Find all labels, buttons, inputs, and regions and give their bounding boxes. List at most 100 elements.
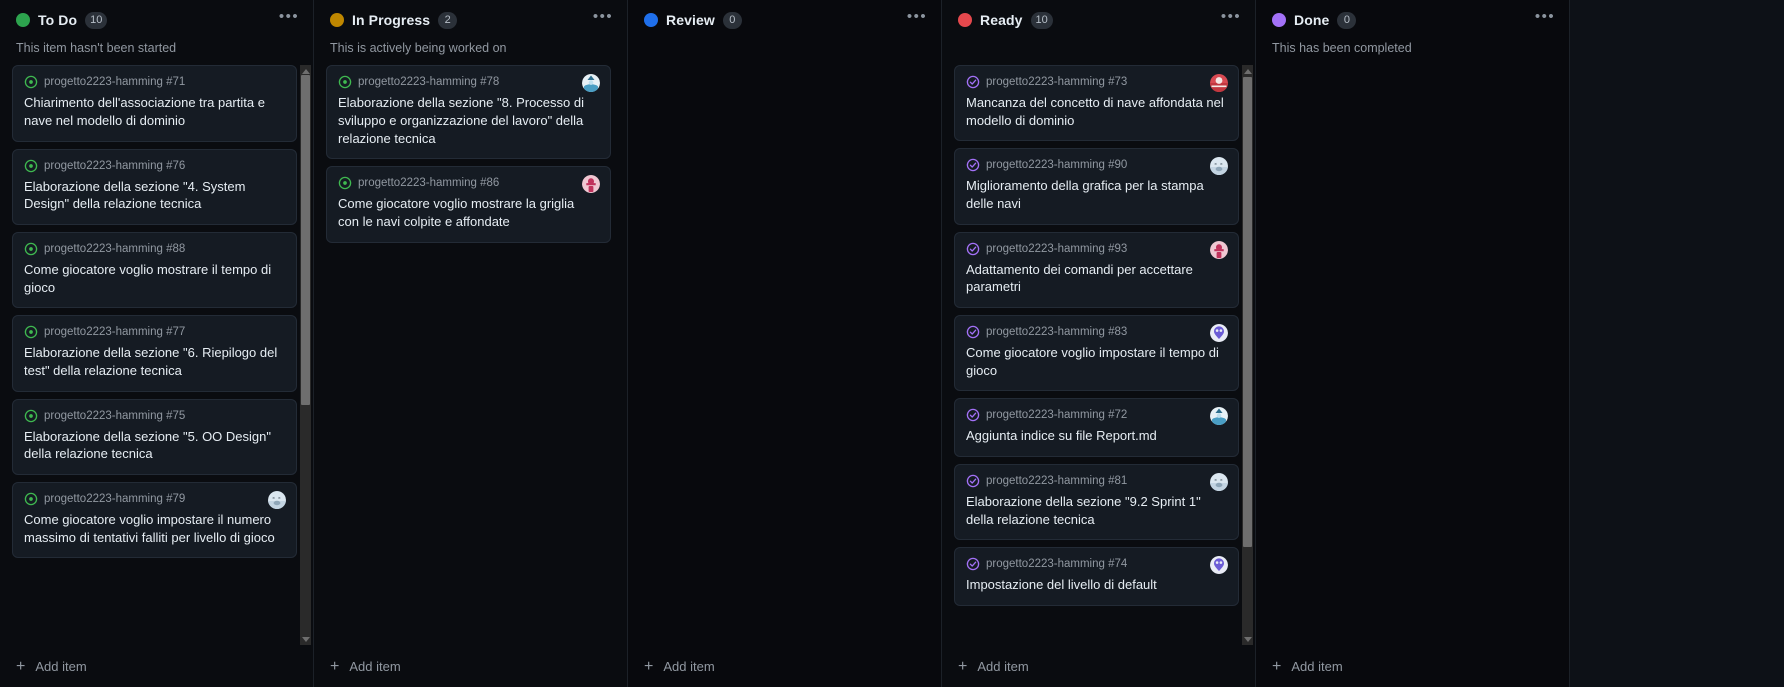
issue-closed-completed-icon [966, 159, 980, 172]
issue-open-icon [24, 242, 38, 256]
add-item-button-in-progress[interactable]: + Add item [314, 645, 627, 687]
column-menu-icon[interactable]: ••• [1533, 5, 1557, 29]
card-meta: progetto2223-hamming #77 [24, 325, 285, 339]
card-meta: progetto2223-hamming #90 [966, 158, 1227, 172]
cards-scroll-area-ready[interactable]: progetto2223-hamming #73 Mancanza del con… [942, 65, 1255, 645]
card-meta: progetto2223-hamming #74 [966, 557, 1227, 571]
column-description [644, 40, 925, 56]
svg-text:×: × [1214, 477, 1217, 482]
column-item-count: 2 [438, 11, 458, 29]
add-item-button-ready[interactable]: + Add item [942, 645, 1255, 687]
board-card[interactable]: progetto2223-hamming #88 Come giocatore v… [12, 231, 297, 309]
assignee-avatar[interactable]: × × [268, 490, 286, 509]
board-card[interactable]: progetto2223-hamming #71 Chiarimento dell… [12, 65, 297, 142]
add-item-label: Add item [35, 659, 87, 674]
column-scrollbar-ready[interactable] [1242, 65, 1253, 645]
assignee-avatar[interactable] [582, 175, 600, 194]
assignee-avatar[interactable] [1210, 324, 1228, 343]
card-list: progetto2223-hamming #73 Mancanza del con… [942, 65, 1255, 607]
card-meta: progetto2223-hamming #76 [24, 159, 285, 173]
board-card[interactable]: progetto2223-hamming #86 Come giocatore v… [326, 166, 611, 243]
issue-open-icon [24, 492, 38, 506]
status-dot-review [644, 13, 658, 27]
board-card[interactable]: progetto2223-hamming #78 Elaborazione del… [326, 65, 611, 160]
card-repo-ref: progetto2223-hamming #77 [44, 326, 186, 339]
card-repo-ref: progetto2223-hamming #83 [986, 326, 1128, 339]
column-ready: Ready 10 ••• progetto2223-hamming #73 Mancan… [942, 0, 1256, 687]
assignee-avatar[interactable]: × × [1210, 157, 1228, 176]
assignee-avatar[interactable] [1210, 240, 1228, 259]
board-card[interactable]: progetto2223-hamming #73 Mancanza del con… [954, 65, 1239, 142]
column-done: Done 0 This has been completed ••• + Add item [1256, 0, 1570, 687]
scrollbar-thumb[interactable] [1243, 77, 1252, 547]
cards-scroll-area-in-progress[interactable]: progetto2223-hamming #78 Elaborazione del… [314, 65, 627, 645]
assignee-avatar[interactable] [1210, 556, 1228, 575]
board-card[interactable]: progetto2223-hamming #81 Elaborazione del… [954, 464, 1239, 541]
cards-scroll-area-review[interactable] [628, 65, 941, 645]
card-repo-ref: progetto2223-hamming #75 [44, 409, 186, 422]
column-description: This item hasn't been started [16, 41, 177, 55]
card-title: Elaborazione della sezione "9.2 Sprint 1… [966, 494, 1201, 527]
column-menu-icon[interactable]: ••• [905, 5, 929, 29]
card-title: Miglioramento della grafica per la stamp… [966, 178, 1204, 212]
svg-text:×: × [278, 495, 281, 500]
column-name: Review [666, 12, 715, 28]
column-scrollbar-todo[interactable] [300, 65, 311, 645]
column-description: This has been completed [1272, 41, 1412, 55]
scroll-down-arrow-icon[interactable] [300, 633, 311, 645]
status-dot-in-progress [330, 13, 344, 27]
assignee-avatar[interactable]: × × [1210, 473, 1228, 492]
board-card[interactable]: progetto2223-hamming #74 Impostazione del… [954, 547, 1239, 607]
assignee-avatar[interactable] [1210, 74, 1228, 92]
svg-text:×: × [272, 495, 275, 500]
column-name: To Do [38, 12, 78, 28]
issue-open-icon [24, 159, 38, 172]
add-item-label: Add item [1291, 659, 1343, 674]
column-menu-icon[interactable]: ••• [277, 5, 301, 29]
add-item-label: Add item [977, 659, 1029, 674]
card-meta: progetto2223-hamming #79 [24, 492, 285, 506]
column-title-row: Ready 10 [958, 9, 1239, 31]
assignee-avatar[interactable] [582, 74, 600, 93]
card-repo-ref: progetto2223-hamming #86 [358, 177, 500, 190]
card-title: Come giocatore voglio impostare il tempo… [966, 345, 1219, 378]
plus-icon: + [1272, 657, 1282, 675]
svg-text:×: × [1214, 162, 1217, 167]
scroll-down-arrow-icon[interactable] [1242, 633, 1253, 645]
cards-scroll-area-done[interactable] [1256, 65, 1569, 645]
board-card[interactable]: progetto2223-hamming #90 Miglioramento de… [954, 148, 1239, 225]
scroll-up-arrow-icon[interactable] [1242, 65, 1253, 77]
scrollbar-thumb[interactable] [301, 75, 310, 406]
card-repo-ref: progetto2223-hamming #93 [986, 242, 1128, 255]
board-card[interactable]: progetto2223-hamming #76 Elaborazione del… [12, 148, 297, 225]
column-todo: To Do 10 This item hasn't been started ••• p… [0, 0, 314, 687]
cards-scroll-area-todo[interactable]: progetto2223-hamming #71 Chiarimento dell… [0, 65, 313, 645]
card-meta: progetto2223-hamming #93 [966, 242, 1227, 256]
card-repo-ref: progetto2223-hamming #73 [986, 76, 1128, 88]
card-title: Elaborazione della sezione "5. OO Design… [24, 428, 271, 462]
assignee-avatar[interactable] [1210, 407, 1228, 426]
board-card[interactable]: progetto2223-hamming #93 Adattamento dei … [954, 231, 1239, 309]
plus-icon: + [330, 657, 340, 675]
column-name: In Progress [352, 12, 431, 28]
add-item-button-done[interactable]: + Add item [1256, 645, 1569, 687]
column-menu-icon[interactable]: ••• [1219, 5, 1243, 29]
board-card[interactable]: progetto2223-hamming #79 Come giocatore v… [12, 481, 297, 559]
board-card[interactable]: progetto2223-hamming #77 Elaborazione del… [12, 315, 297, 392]
card-meta: progetto2223-hamming #86 [338, 176, 599, 190]
board-card[interactable]: progetto2223-hamming #75 Elaborazione del… [12, 398, 297, 475]
board-card[interactable]: progetto2223-hamming #83 Come giocatore v… [954, 315, 1239, 392]
card-title: Elaborazione della sezione "8. Processo … [338, 95, 584, 146]
issue-closed-completed-icon [966, 474, 980, 488]
card-meta: progetto2223-hamming #73 [966, 75, 1227, 89]
column-menu-icon[interactable]: ••• [591, 5, 615, 29]
board-card[interactable]: progetto2223-hamming #72 Aggiunta indice … [954, 398, 1239, 458]
add-item-button-todo[interactable]: + Add item [0, 645, 313, 687]
card-title: Adattamento dei comandi per accettare pa… [966, 261, 1193, 295]
add-item-button-review[interactable]: + Add item [628, 645, 941, 687]
column-header-ready: Ready 10 [942, 0, 1255, 56]
column-title-row: In Progress 2 [330, 9, 611, 31]
status-dot-todo [16, 13, 30, 27]
card-title: Mancanza del concetto di nave affondata … [966, 95, 1224, 128]
card-title: Elaborazione della sezione "6. Riepilogo… [24, 345, 278, 378]
